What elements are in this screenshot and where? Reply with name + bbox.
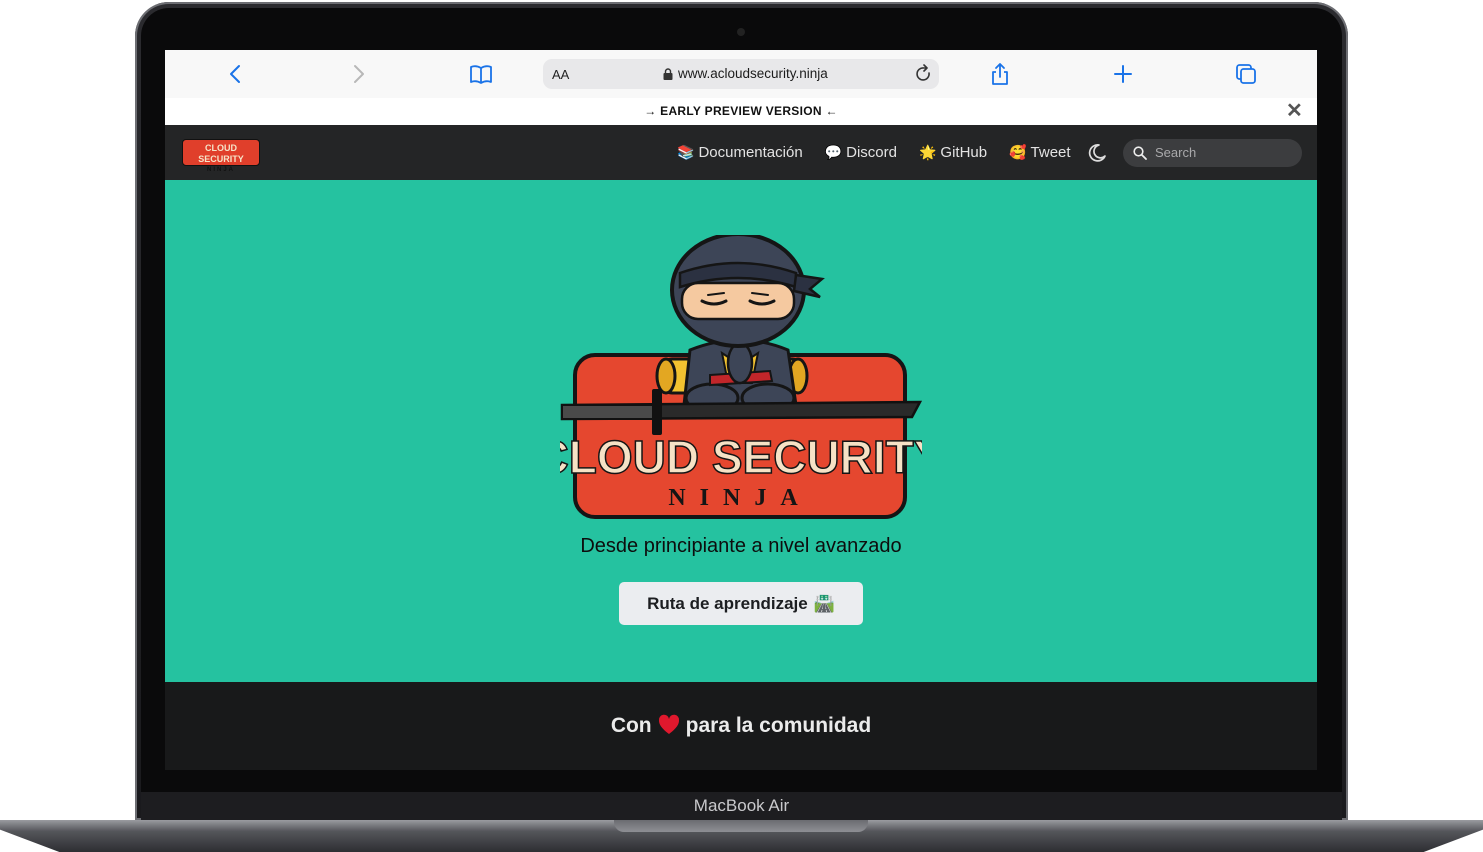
browser-screen: AA www.acloudsecurity.ninja → EARLY PREV… — [165, 50, 1317, 770]
heart-icon — [658, 714, 679, 734]
url-display[interactable]: www.acloudsecurity.ninja — [663, 66, 828, 81]
site-navbar: CLOUD SECURITY NINJA 📚 Documentación 💬 D… — [165, 125, 1317, 180]
footer-text-before: Con — [610, 714, 652, 737]
site-logo-title: CLOUD SECURITY — [198, 143, 244, 164]
preview-banner-text: → EARLY PREVIEW VERSION ← — [644, 104, 838, 118]
browser-toolbar: AA www.acloudsecurity.ninja — [165, 50, 1317, 99]
site-footer: Con para la comunidad — [165, 682, 1317, 770]
nav-link-label: Discord — [846, 144, 897, 161]
address-bar[interactable]: AA www.acloudsecurity.ninja — [543, 59, 939, 89]
hero-logo-title: CLOUD SECURITY — [560, 431, 922, 483]
footer-text-after: para la comunidad — [685, 714, 872, 737]
search-input[interactable]: Search — [1123, 139, 1302, 167]
hero-logo-sub: NINJA — [668, 485, 811, 511]
nav-link-discord[interactable]: 💬 Discord — [825, 144, 897, 161]
footer-text: Con para la comunidad — [165, 714, 1317, 738]
bookmarks-icon[interactable] — [469, 62, 493, 86]
close-icon[interactable]: ✕ — [1286, 98, 1303, 125]
back-icon[interactable] — [224, 62, 248, 86]
text-size-button[interactable]: AA — [552, 67, 569, 82]
reload-icon[interactable] — [915, 64, 933, 84]
nav-links: 📚 Documentación 💬 Discord 🌟 GitHub 🥰 Twe… — [677, 125, 1071, 180]
hero-section: CLOUD SECURITY NINJA Desde principiante … — [165, 180, 1317, 682]
hero-tagline: Desde principiante a nivel avanzado — [580, 535, 902, 557]
url-text: www.acloudsecurity.ninja — [678, 66, 828, 81]
nav-link-label: Tweet — [1030, 144, 1071, 161]
site-logo-sub: NINJA — [206, 167, 235, 173]
moon-icon[interactable] — [1086, 142, 1108, 164]
search-icon — [1133, 146, 1147, 160]
smiling-face-hearts-icon: 🥰 — [1009, 144, 1027, 160]
learning-path-button[interactable]: Ruta de aprendizaje 🛣️ — [619, 582, 863, 625]
new-tab-icon[interactable] — [1111, 62, 1135, 86]
tabs-overview-icon[interactable] — [1234, 62, 1258, 86]
learning-path-label: Ruta de aprendizaje — [647, 593, 808, 613]
laptop-hinge-notch — [614, 820, 868, 832]
road-icon: 🛣️ — [813, 593, 835, 613]
speech-bubble-icon: 💬 — [824, 144, 843, 160]
nav-link-tweet[interactable]: 🥰 Tweet — [1009, 144, 1070, 161]
nav-link-label: GitHub — [940, 144, 988, 161]
nav-link-label: Documentación — [698, 144, 803, 161]
ninja-logo-illustration: CLOUD SECURITY NINJA — [560, 235, 922, 519]
model-label: MacBook Air — [693, 796, 790, 815]
preview-banner: → EARLY PREVIEW VERSION ← ✕ — [165, 98, 1317, 126]
lock-icon — [663, 67, 673, 80]
nav-link-documentacion[interactable]: 📚 Documentación — [677, 144, 803, 161]
site-logo[interactable]: CLOUD SECURITY NINJA — [182, 139, 260, 173]
webcam — [737, 28, 745, 36]
share-icon[interactable] — [988, 62, 1012, 86]
forward-icon[interactable] — [346, 62, 370, 86]
search-placeholder: Search — [1155, 145, 1197, 160]
books-icon: 📚 — [677, 144, 695, 160]
star-icon: 🌟 — [918, 144, 937, 160]
nav-link-github[interactable]: 🌟 GitHub — [919, 144, 987, 161]
